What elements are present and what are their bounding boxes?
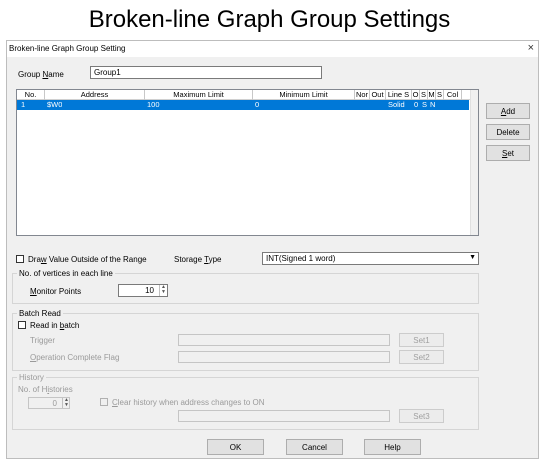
column-header[interactable]: S — [436, 90, 444, 100]
cell-max: 100 — [147, 100, 160, 109]
dialog-window: Broken-line Graph Group Setting × Group … — [6, 40, 539, 459]
storage-type-select[interactable]: INT(Signed 1 word) ▼ — [262, 252, 479, 265]
column-header[interactable]: Col — [444, 90, 462, 100]
chevron-down-icon[interactable]: ▼ — [469, 254, 476, 261]
cell-address: $W0 — [47, 100, 63, 109]
dialog-title: Broken-line Graph Group Setting — [9, 44, 126, 53]
draw-outside-label: Draw Value Outside of the Range — [28, 255, 147, 264]
add-button[interactable]: Add — [486, 103, 530, 119]
cell-line-style: Solid — [388, 100, 405, 109]
chevron-down-icon[interactable]: ▼ — [160, 290, 167, 295]
group-name-label: Group Name — [18, 70, 64, 79]
vertices-group: No. of vertices in each line Monitor Poi… — [12, 269, 479, 304]
column-header[interactable]: Line S — [386, 90, 412, 100]
read-in-batch-label: Read in batch — [30, 321, 80, 330]
column-header[interactable]: Minimum Limit — [253, 90, 355, 100]
history-address-input — [178, 410, 390, 422]
table-scrollbar[interactable] — [470, 90, 478, 235]
monitor-points-label: Monitor Points — [30, 287, 82, 296]
operation-complete-input — [178, 351, 390, 363]
read-in-batch-checkbox[interactable] — [18, 321, 26, 329]
cell-no: 1 — [21, 100, 26, 109]
histories-stepper: ▲ ▼ — [62, 398, 70, 408]
delete-button[interactable]: Delete — [486, 124, 530, 140]
column-header[interactable]: M — [428, 90, 436, 100]
column-header[interactable]: No. — [17, 90, 45, 100]
ok-button[interactable]: OK — [207, 439, 264, 455]
batch-read-group: Batch Read Read in batch Trigger Set1 Op… — [12, 309, 479, 371]
cell-s: S — [422, 100, 428, 109]
history-group: History No. of Histories 0 ▲ ▼ Clear hist… — [12, 373, 479, 430]
clear-history-checkbox — [100, 398, 108, 406]
trigger-input — [178, 334, 390, 346]
cell-o: 0 — [414, 100, 419, 109]
column-header[interactable]: Out — [370, 90, 386, 100]
dialog-titlebar: Broken-line Graph Group Setting × — [7, 41, 538, 57]
set3-button: Set3 — [399, 409, 444, 423]
histories-label: No. of Histories — [18, 385, 73, 394]
table-row[interactable]: 1 $W0 100 0 Solid 0 S N — [17, 100, 469, 110]
vertices-group-title: No. of vertices in each line — [17, 269, 115, 278]
column-header[interactable]: S — [420, 90, 428, 100]
chevron-down-icon: ▼ — [64, 402, 69, 408]
column-header[interactable]: O — [412, 90, 420, 100]
help-button[interactable]: Help — [364, 439, 421, 455]
column-header[interactable]: Address — [45, 90, 145, 100]
set1-button: Set1 — [399, 333, 444, 347]
table-header: No. Address Maximum Limit Minimum Limit … — [17, 90, 478, 100]
column-header[interactable]: Maximum Limit — [145, 90, 253, 100]
clear-history-label: Clear history when address changes to ON — [112, 398, 265, 407]
history-group-title: History — [17, 373, 46, 382]
operation-complete-label: Operation Complete Flag — [30, 353, 120, 362]
set-button[interactable]: Set — [486, 145, 530, 161]
storage-type-label: Storage Type — [174, 255, 222, 264]
storage-type-value: INT(Signed 1 word) — [266, 254, 336, 263]
page-title: Broken-line Graph Group Settings — [88, 6, 451, 33]
cell-m: N — [430, 100, 436, 109]
set2-button: Set2 — [399, 350, 444, 364]
draw-outside-checkbox[interactable] — [16, 255, 24, 263]
close-icon[interactable]: × — [528, 42, 534, 54]
cell-min: 0 — [255, 100, 260, 109]
batch-read-group-title: Batch Read — [17, 309, 63, 318]
cancel-button[interactable]: Cancel — [286, 439, 343, 455]
monitor-points-stepper[interactable]: ▲ ▼ — [159, 285, 167, 296]
trigger-label: Trigger — [30, 336, 56, 345]
line-settings-table[interactable]: No. Address Maximum Limit Minimum Limit … — [16, 89, 479, 236]
group-name-input[interactable]: Group1 — [90, 66, 322, 79]
column-header[interactable]: Nor — [355, 90, 370, 100]
